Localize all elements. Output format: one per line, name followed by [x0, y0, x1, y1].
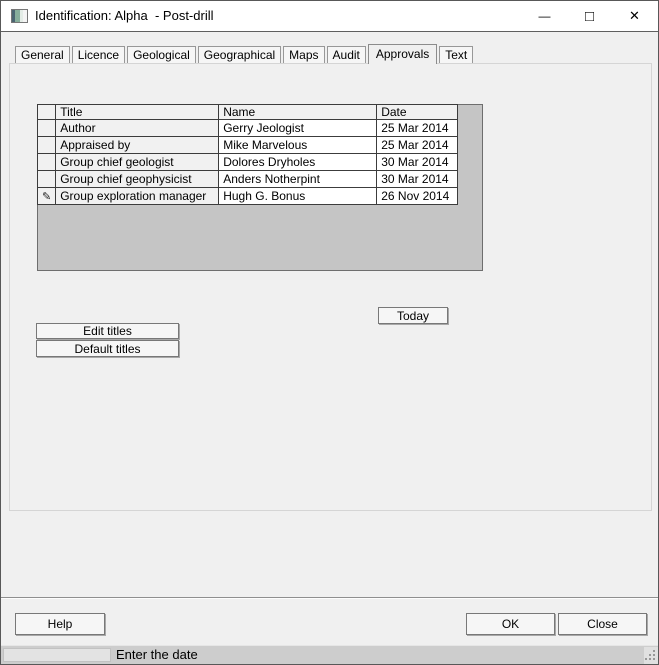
cell-title[interactable]: Author — [55, 119, 220, 137]
tab-maps[interactable]: Maps — [283, 46, 325, 63]
cell-name[interactable]: Gerry Jeologist — [218, 119, 378, 137]
table-row: ✎ Group exploration manager Hugh G. Bonu… — [36, 187, 459, 205]
tab-general[interactable]: General — [15, 46, 70, 63]
tab-approvals[interactable]: Approvals — [367, 44, 438, 64]
footer-separator — [1, 597, 658, 599]
cell-date[interactable]: 26 Nov 2014 — [376, 187, 459, 205]
table-row: Appraised by Mike Marvelous 25 Mar 2014 — [36, 136, 459, 154]
maximize-icon: □ — [584, 7, 595, 25]
ok-button[interactable]: OK — [466, 613, 555, 635]
edit-pencil-icon: ✎ — [42, 191, 52, 203]
resize-grip[interactable] — [644, 647, 658, 664]
row-selector-cell[interactable] — [36, 153, 57, 171]
row-selector-cell[interactable] — [36, 119, 57, 137]
approvals-grid-area: Title Name Date Author Gerry Jeologist 2… — [36, 104, 483, 271]
app-icon[interactable] — [11, 9, 28, 23]
row-selector-cell[interactable]: ✎ — [36, 187, 57, 205]
edit-titles-button[interactable]: Edit titles — [36, 323, 179, 339]
cell-title[interactable]: Group exploration manager — [55, 187, 220, 205]
table-row: Group chief geophysicist Anders Notherpi… — [36, 170, 459, 188]
default-titles-button[interactable]: Default titles — [36, 340, 179, 357]
tab-audit[interactable]: Audit — [326, 46, 366, 63]
close-icon: ✕ — [629, 8, 640, 23]
table-header-row: Title Name Date — [36, 104, 459, 120]
resize-grip-icon — [653, 658, 655, 660]
dialog-window: Identification: Alpha - Post-drill — □ ✕… — [0, 0, 659, 665]
cell-name[interactable]: Anders Notherpint — [218, 170, 378, 188]
cell-date[interactable]: 25 Mar 2014 — [376, 136, 459, 154]
maximize-button[interactable]: □ — [567, 1, 612, 31]
cell-title[interactable]: Appraised by — [55, 136, 220, 154]
cell-date[interactable]: 30 Mar 2014 — [376, 170, 459, 188]
statusbar-panel — [3, 648, 111, 662]
cell-title[interactable]: Group chief geophysicist — [55, 170, 220, 188]
tab-geographical[interactable]: Geographical — [197, 46, 282, 63]
tab-licence[interactable]: Licence — [71, 46, 126, 63]
minimize-icon: — — [538, 9, 551, 23]
row-selector-cell[interactable] — [36, 170, 57, 188]
header-row-selector — [36, 104, 57, 120]
cell-title[interactable]: Group chief geologist — [55, 153, 220, 171]
cell-name[interactable]: Dolores Dryholes — [218, 153, 378, 171]
column-header-name: Name — [218, 104, 378, 120]
column-header-title: Title — [55, 104, 220, 120]
today-button[interactable]: Today — [378, 307, 448, 324]
cell-date[interactable]: 30 Mar 2014 — [376, 153, 459, 171]
table-row: Author Gerry Jeologist 25 Mar 2014 — [36, 119, 459, 137]
statusbar-message: Enter the date — [116, 647, 198, 662]
statusbar: Enter the date — [1, 645, 658, 664]
table-row: Group chief geologist Dolores Dryholes 3… — [36, 153, 459, 171]
cell-name[interactable]: Mike Marvelous — [218, 136, 378, 154]
column-header-date: Date — [376, 104, 459, 120]
window-title: Identification: Alpha - Post-drill — [35, 8, 214, 23]
approvals-table: Title Name Date Author Gerry Jeologist 2… — [36, 104, 459, 205]
help-button[interactable]: Help — [15, 613, 105, 635]
tab-bar: General Licence Geological Geographical … — [15, 43, 475, 64]
row-selector-cell[interactable] — [36, 136, 57, 154]
tab-geological[interactable]: Geological — [127, 46, 196, 63]
cell-name[interactable]: Hugh G. Bonus — [218, 187, 378, 205]
dialog-close-button[interactable]: Close — [558, 613, 647, 635]
close-button[interactable]: ✕ — [612, 1, 657, 31]
titlebar[interactable]: Identification: Alpha - Post-drill — □ ✕ — [1, 1, 658, 32]
cell-date[interactable]: 25 Mar 2014 — [376, 119, 459, 137]
tab-text[interactable]: Text — [439, 46, 474, 63]
minimize-button[interactable]: — — [522, 1, 567, 31]
